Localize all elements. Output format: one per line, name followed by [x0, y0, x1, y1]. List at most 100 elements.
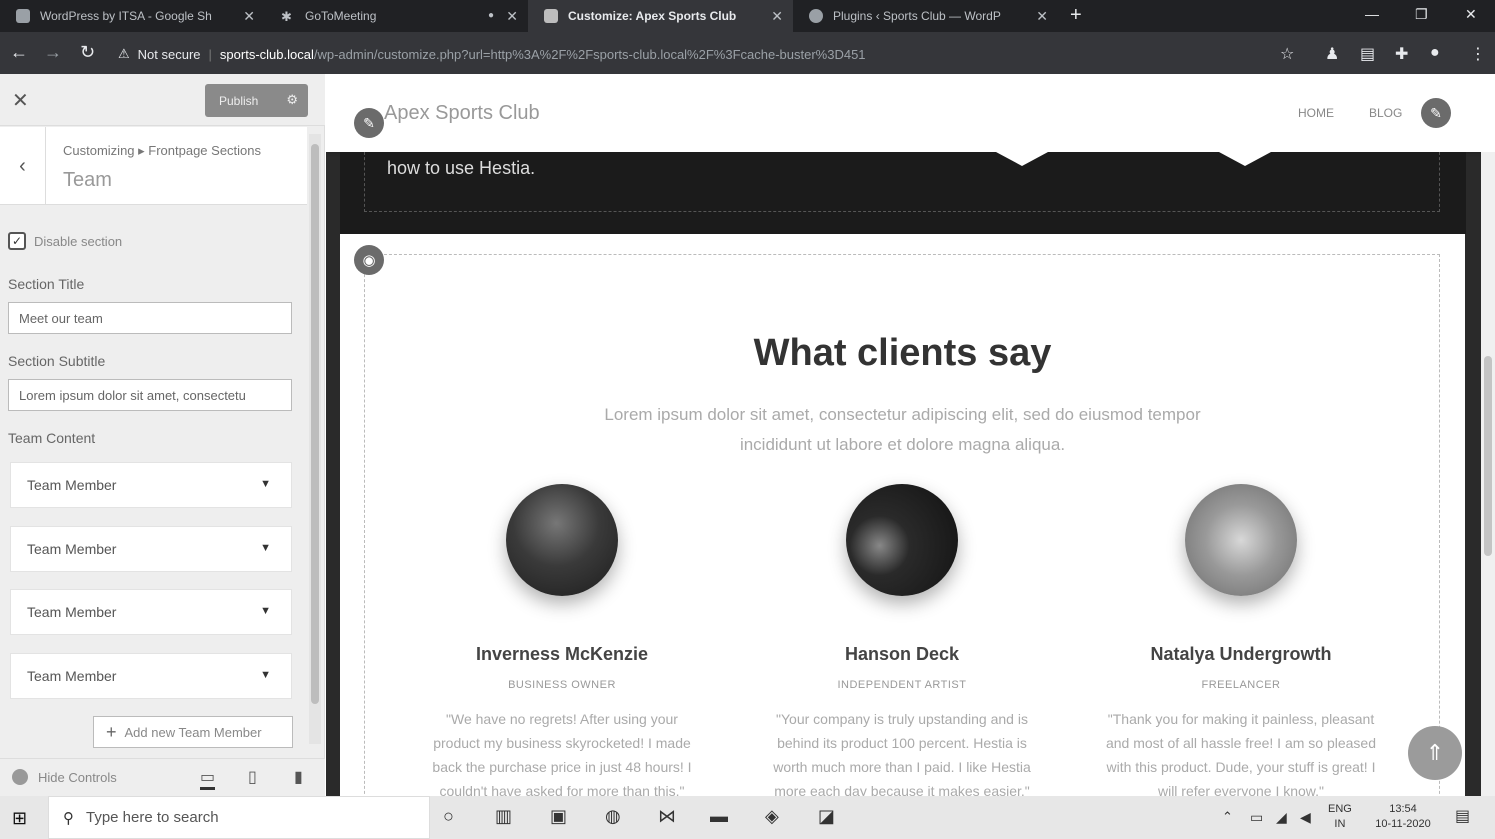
windows-start-icon[interactable]: ⊞ [12, 808, 27, 829]
testimonials-title: What clients say [753, 332, 1052, 374]
close-icon[interactable]: ✕ [243, 8, 255, 25]
notch-shape [996, 152, 1048, 166]
back-icon[interactable]: ← [10, 42, 28, 63]
app-icon[interactable]: ◈ [765, 806, 779, 827]
caret-down-icon[interactable]: ▼ [260, 478, 271, 490]
section-subtitle-input[interactable]: Lorem ipsum dolor sit amet, consectetu [8, 379, 292, 411]
publish-button[interactable]: Publish ⚙ [205, 84, 308, 117]
sidebar-scrollbar[interactable] [309, 134, 321, 744]
audio-dot-icon: ● [487, 10, 494, 21]
chevron-left-icon: ‹ [19, 154, 26, 177]
close-icon[interactable]: ✕ [771, 8, 783, 25]
window-close-icon[interactable]: ✕ [1465, 6, 1477, 23]
reload-icon[interactable]: ↻ [80, 42, 95, 63]
forward-icon[interactable]: → [44, 42, 62, 63]
tab-gotomeeting[interactable]: ✱ GoToMeeting ● ✕ [265, 0, 528, 32]
caret-down-icon[interactable]: ▼ [260, 542, 271, 554]
team-member-item[interactable]: Team Member ▼ [10, 462, 292, 508]
tablet-preview-icon[interactable]: ▯ [248, 767, 257, 787]
site-logo[interactable]: Apex Sports Club [384, 102, 540, 125]
url-field[interactable]: ⚠ Not secure | sports-club.local /wp-adm… [118, 44, 866, 64]
section-title-label: Section Title [8, 276, 85, 292]
disable-section-checkbox[interactable]: ✓ [8, 232, 26, 250]
testimonial-card: Inverness McKenzie BUSINESS OWNER "We ha… [412, 484, 712, 796]
taskbar-search-input[interactable]: ⚲ Type here to search [48, 796, 430, 839]
preview-scrollbar[interactable] [1481, 152, 1495, 796]
volume-icon[interactable]: ◀ [1300, 809, 1311, 826]
clock[interactable]: 13:54 10-11-2020 [1368, 802, 1438, 832]
puzzle-icon[interactable]: ✚ [1395, 44, 1408, 64]
desktop-preview-icon[interactable]: ▭ [200, 767, 216, 790]
vscode-icon[interactable]: ⋈ [658, 806, 676, 827]
notification-icon[interactable]: ▤ [1455, 806, 1470, 826]
scroll-to-top-button[interactable]: ⇑ [1408, 726, 1462, 780]
testimonial-name: Natalya Undergrowth [1150, 644, 1332, 664]
language-indicator[interactable]: ENG IN [1328, 802, 1352, 832]
edit-pencil-icon[interactable]: ✎ [354, 108, 384, 138]
extension-icon[interactable]: ♟ [1325, 44, 1339, 64]
notch-shape [1219, 152, 1271, 166]
star-icon[interactable]: ☆ [1280, 44, 1294, 64]
close-icon[interactable]: ✕ [506, 8, 518, 25]
team-content-label: Team Content [8, 430, 96, 446]
language-code: ENG [1328, 803, 1352, 815]
battery-icon[interactable]: ▭ [1250, 809, 1263, 826]
url-path: /wp-admin/customize.php?url=http%3A%2F%2… [313, 46, 866, 62]
app-icon[interactable]: ▣ [550, 806, 567, 827]
tab-google-sheets[interactable]: WordPress by ITSA - Google Sh ✕ [0, 0, 265, 32]
tab-customize[interactable]: Customize: Apex Sports Club ✕ [528, 0, 793, 32]
language-region: IN [1334, 818, 1346, 830]
new-tab-icon[interactable]: + [1070, 4, 1082, 27]
globe-icon [809, 9, 823, 23]
app-icon[interactable]: ◪ [818, 806, 835, 827]
minimize-icon[interactable]: — [1365, 6, 1379, 22]
scrollbar-thumb[interactable] [1484, 356, 1492, 556]
chevron-up-icon[interactable]: ⌃ [1222, 809, 1233, 825]
restore-icon[interactable]: ❐ [1415, 6, 1428, 23]
chrome-icon[interactable]: ◍ [605, 806, 621, 827]
network-icon[interactable]: ◢ [1276, 809, 1287, 826]
mobile-preview-icon[interactable]: ▮ [294, 767, 303, 787]
team-member-item[interactable]: Team Member ▼ [10, 653, 292, 699]
site-navbar: Apex Sports Club ✎ HOME BLOG ✎ [326, 74, 1495, 152]
gear-icon[interactable]: ⚙ [286, 92, 298, 108]
security-label: Not secure [137, 46, 201, 62]
double-chevron-up-icon: ⇑ [1425, 740, 1445, 765]
add-team-member-button[interactable]: + Add new Team Member [93, 716, 293, 748]
hide-controls-button[interactable]: Hide Controls [12, 769, 117, 785]
avatar [846, 484, 958, 596]
url-host: sports-club.local [219, 46, 314, 62]
team-member-item[interactable]: Team Member ▼ [10, 589, 292, 635]
site-preview: Apex Sports Club ✎ HOME BLOG ✎ how to us… [326, 74, 1495, 796]
profile-icon[interactable]: ● [1430, 44, 1440, 62]
eye-icon[interactable]: ◉ [354, 245, 384, 275]
nav-home[interactable]: HOME [1298, 106, 1334, 120]
tab-title: WordPress by ITSA - Google Sh [40, 9, 212, 23]
disable-section-row[interactable]: ✓ Disable section [8, 232, 122, 250]
cortana-icon[interactable]: ○ [443, 806, 454, 827]
back-button[interactable]: ‹ [0, 127, 46, 205]
terminal-icon[interactable]: ▬ [710, 806, 728, 827]
task-view-icon[interactable]: ▥ [495, 806, 512, 827]
close-icon[interactable]: ✕ [12, 88, 29, 113]
scrollbar-thumb[interactable] [311, 144, 319, 704]
caret-down-icon[interactable]: ▼ [260, 669, 271, 681]
menu-icon[interactable]: ⋮ [1470, 44, 1486, 64]
breadcrumb: Customizing ▸ Frontpage Sections [63, 143, 262, 158]
search-icon: ⚲ [63, 809, 74, 827]
caret-down-icon[interactable]: ▼ [260, 605, 271, 617]
nav-blog[interactable]: BLOG [1369, 106, 1402, 120]
tab-plugins[interactable]: Plugins ‹ Sports Club — WordP ✕ [793, 0, 1058, 32]
section-title-input[interactable]: Meet our team [8, 302, 292, 334]
edit-pencil-icon[interactable]: ✎ [1421, 98, 1451, 128]
team-member-item[interactable]: Team Member ▼ [10, 526, 292, 572]
close-icon[interactable]: ✕ [1036, 8, 1048, 25]
band-text: how to use Hestia. [387, 158, 536, 178]
hide-controls-label: Hide Controls [38, 769, 117, 785]
hide-controls-icon [12, 769, 28, 785]
windows-taskbar: ⊞ ⚲ Type here to search ○ ▥ ▣ ◍ ⋈ ▬ ◈ ◪ … [0, 796, 1495, 839]
extension-icon[interactable]: ▤ [1360, 44, 1375, 64]
testimonial-role: FREELANCER [1201, 679, 1281, 691]
testimonial-role: BUSINESS OWNER [508, 679, 616, 691]
taskbar-search-placeholder: Type here to search [86, 809, 219, 826]
